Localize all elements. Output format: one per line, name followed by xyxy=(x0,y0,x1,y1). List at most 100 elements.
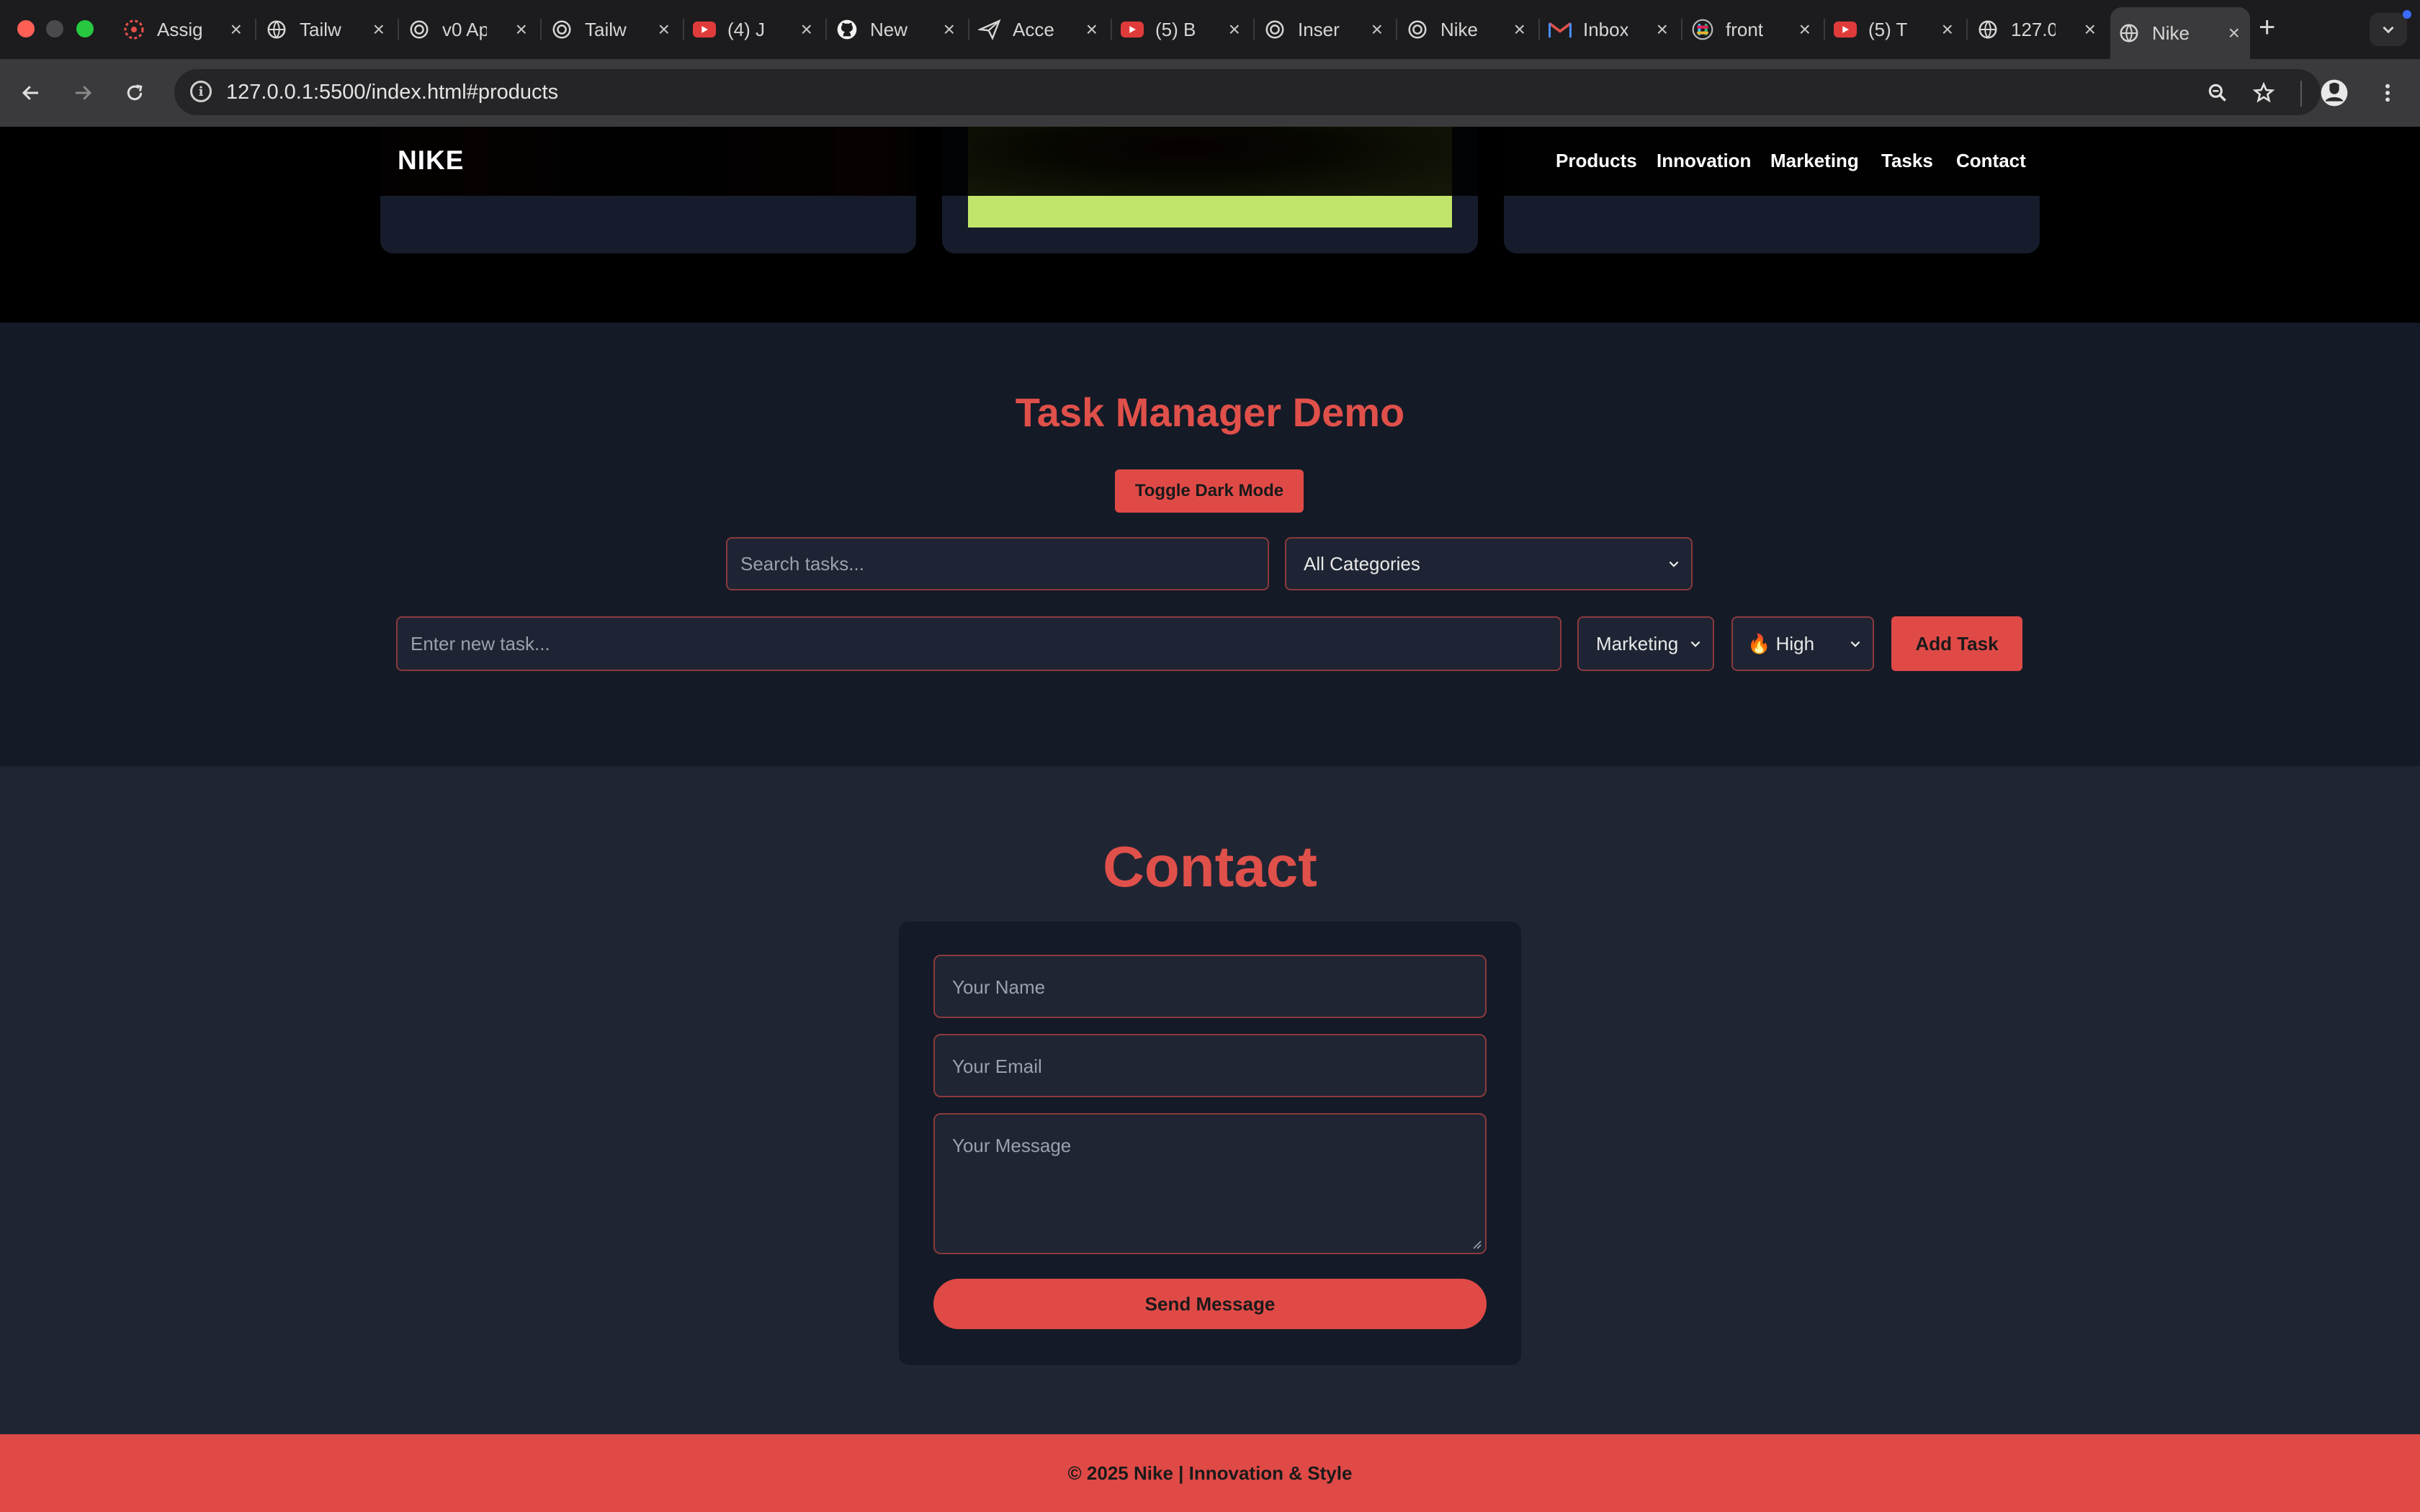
openai-icon xyxy=(1263,18,1286,41)
browser-tab[interactable]: (5) T × xyxy=(1827,12,1963,48)
search-tasks-input[interactable]: Search tasks... xyxy=(726,537,1269,590)
new-task-placeholder: Enter new task... xyxy=(411,632,550,654)
resize-handle-icon[interactable] xyxy=(1471,1238,1482,1250)
new-task-input[interactable]: Enter new task... xyxy=(396,616,1561,671)
contact-title: Contact xyxy=(1103,834,1317,899)
reload-button[interactable] xyxy=(117,75,153,111)
toggle-dark-mode-button[interactable]: Toggle Dark Mode xyxy=(1115,469,1304,513)
tab-title: Inser xyxy=(1298,18,1340,40)
nav-link-contact[interactable]: Contact xyxy=(1956,150,2026,172)
tab-title: 127.0 xyxy=(2011,18,2056,40)
back-button[interactable] xyxy=(13,75,49,111)
browser-tab[interactable]: (5) B × xyxy=(1113,12,1250,48)
close-tab-icon[interactable]: × xyxy=(801,18,812,41)
task-category-select[interactable]: Marketing xyxy=(1577,616,1714,671)
minimize-window-button[interactable] xyxy=(46,20,63,37)
close-tab-icon[interactable]: × xyxy=(2228,22,2240,45)
product-image-highlight xyxy=(968,196,1452,228)
browser-tab[interactable]: Inser × xyxy=(1256,12,1393,48)
tab-separator xyxy=(398,19,399,40)
name-input[interactable]: Your Name xyxy=(933,955,1487,1018)
close-tab-icon[interactable]: × xyxy=(1799,18,1811,41)
asterisk-icon xyxy=(122,18,145,41)
browser-tab[interactable]: 127.0 × xyxy=(1969,12,2106,48)
close-tab-icon[interactable]: × xyxy=(1371,18,1383,41)
close-tab-icon[interactable]: × xyxy=(1657,18,1668,41)
nav-link-products[interactable]: Products xyxy=(1556,150,1637,172)
more-vertical-icon xyxy=(2385,84,2390,102)
zoom-icon xyxy=(2208,84,2226,102)
globe-icon xyxy=(265,18,288,41)
nav-link-marketing[interactable]: Marketing xyxy=(1770,150,1859,172)
browser-tab[interactable]: v0 Ap × xyxy=(400,12,537,48)
add-task-button[interactable]: Add Task xyxy=(1891,616,2022,671)
browser-tab[interactable]: Nike × xyxy=(1399,12,1536,48)
zoom-button[interactable] xyxy=(2201,76,2234,109)
nav-link-tasks[interactable]: Tasks xyxy=(1881,150,1933,172)
category-filter-select[interactable]: All Categories xyxy=(1285,537,1693,590)
close-tab-icon[interactable]: × xyxy=(1086,18,1098,41)
zoom-window-button[interactable] xyxy=(76,20,94,37)
profile-avatar-icon xyxy=(2321,79,2348,107)
email-input[interactable]: Your Email xyxy=(933,1034,1487,1097)
tab-title: Tailw xyxy=(300,18,341,40)
tab-separator xyxy=(1538,19,1540,40)
browser-tab[interactable]: front × xyxy=(1684,12,1821,48)
browser-tab[interactable]: Inbox × xyxy=(1541,12,1678,48)
chevron-down-icon xyxy=(1850,641,1860,647)
profile-button[interactable] xyxy=(2318,76,2351,109)
close-tab-icon[interactable]: × xyxy=(944,18,955,41)
chevron-down-icon xyxy=(1669,561,1679,567)
tab-title: Tailw xyxy=(585,18,627,40)
new-tab-button[interactable]: + xyxy=(2259,12,2275,44)
close-window-button[interactable] xyxy=(17,20,35,37)
page-viewport: NIKE Products Innovation Marketing Tasks… xyxy=(0,127,2420,1512)
star-icon xyxy=(2252,81,2275,103)
site-navbar: NIKE Products Innovation Marketing Tasks… xyxy=(0,127,2420,196)
close-tab-icon[interactable]: × xyxy=(2084,18,2096,41)
close-tab-icon[interactable]: × xyxy=(1942,18,1953,41)
close-tab-icon[interactable]: × xyxy=(1514,18,1525,41)
address-bar[interactable]: i 127.0.0.1:5500/index.html#products xyxy=(174,69,2321,115)
close-tab-icon[interactable]: × xyxy=(230,18,242,41)
send-message-button[interactable]: Send Message xyxy=(933,1279,1487,1329)
browser-menu-button[interactable] xyxy=(2371,76,2404,109)
browser-tab[interactable]: New × xyxy=(828,12,965,48)
arrow-left-icon xyxy=(22,86,38,100)
task-priority-select[interactable]: 🔥 High xyxy=(1731,616,1874,671)
tab-separator xyxy=(1681,19,1682,40)
bookmark-button[interactable] xyxy=(2247,76,2280,109)
message-textarea[interactable]: Your Message xyxy=(933,1113,1487,1254)
browser-tab[interactable]: Tailw × xyxy=(543,12,680,48)
tab-title: Assig xyxy=(157,18,202,40)
browser-tab[interactable]: Tailw × xyxy=(258,12,395,48)
tab-search-button[interactable] xyxy=(2370,13,2407,46)
notification-dot xyxy=(2403,10,2411,19)
close-tab-icon[interactable]: × xyxy=(373,18,385,41)
tab-title: Nike xyxy=(1440,18,1479,40)
browser-tab[interactable]: Acce × xyxy=(971,12,1108,48)
tab-separator xyxy=(683,19,684,40)
tab-separator xyxy=(825,19,827,40)
close-tab-icon[interactable]: × xyxy=(658,18,670,41)
browser-tab[interactable]: (4) J × xyxy=(686,12,823,48)
name-placeholder: Your Name xyxy=(952,976,1046,998)
message-placeholder: Your Message xyxy=(952,1135,1072,1156)
nav-link-innovation[interactable]: Innovation xyxy=(1657,150,1751,172)
browser-tab-active[interactable]: Nike × xyxy=(2110,7,2250,59)
tab-title: Acce xyxy=(1013,18,1054,40)
tab-title: v0 Ap xyxy=(442,18,487,40)
forward-button[interactable] xyxy=(65,75,101,111)
browser-tab[interactable]: Assig × xyxy=(115,12,252,48)
tab-title: Nike xyxy=(2152,22,2190,44)
contact-section: Contact Your Name Your Email Your Messag… xyxy=(0,766,2420,1434)
email-placeholder: Your Email xyxy=(952,1056,1042,1077)
site-info-icon[interactable]: i xyxy=(190,81,212,102)
tab-separator xyxy=(1396,19,1397,40)
site-logo[interactable]: NIKE xyxy=(398,145,464,176)
close-tab-icon[interactable]: × xyxy=(1229,18,1240,41)
openai-icon xyxy=(1406,18,1429,41)
close-tab-icon[interactable]: × xyxy=(516,18,527,41)
globe-icon xyxy=(1976,18,1999,41)
openai-icon xyxy=(550,18,573,41)
